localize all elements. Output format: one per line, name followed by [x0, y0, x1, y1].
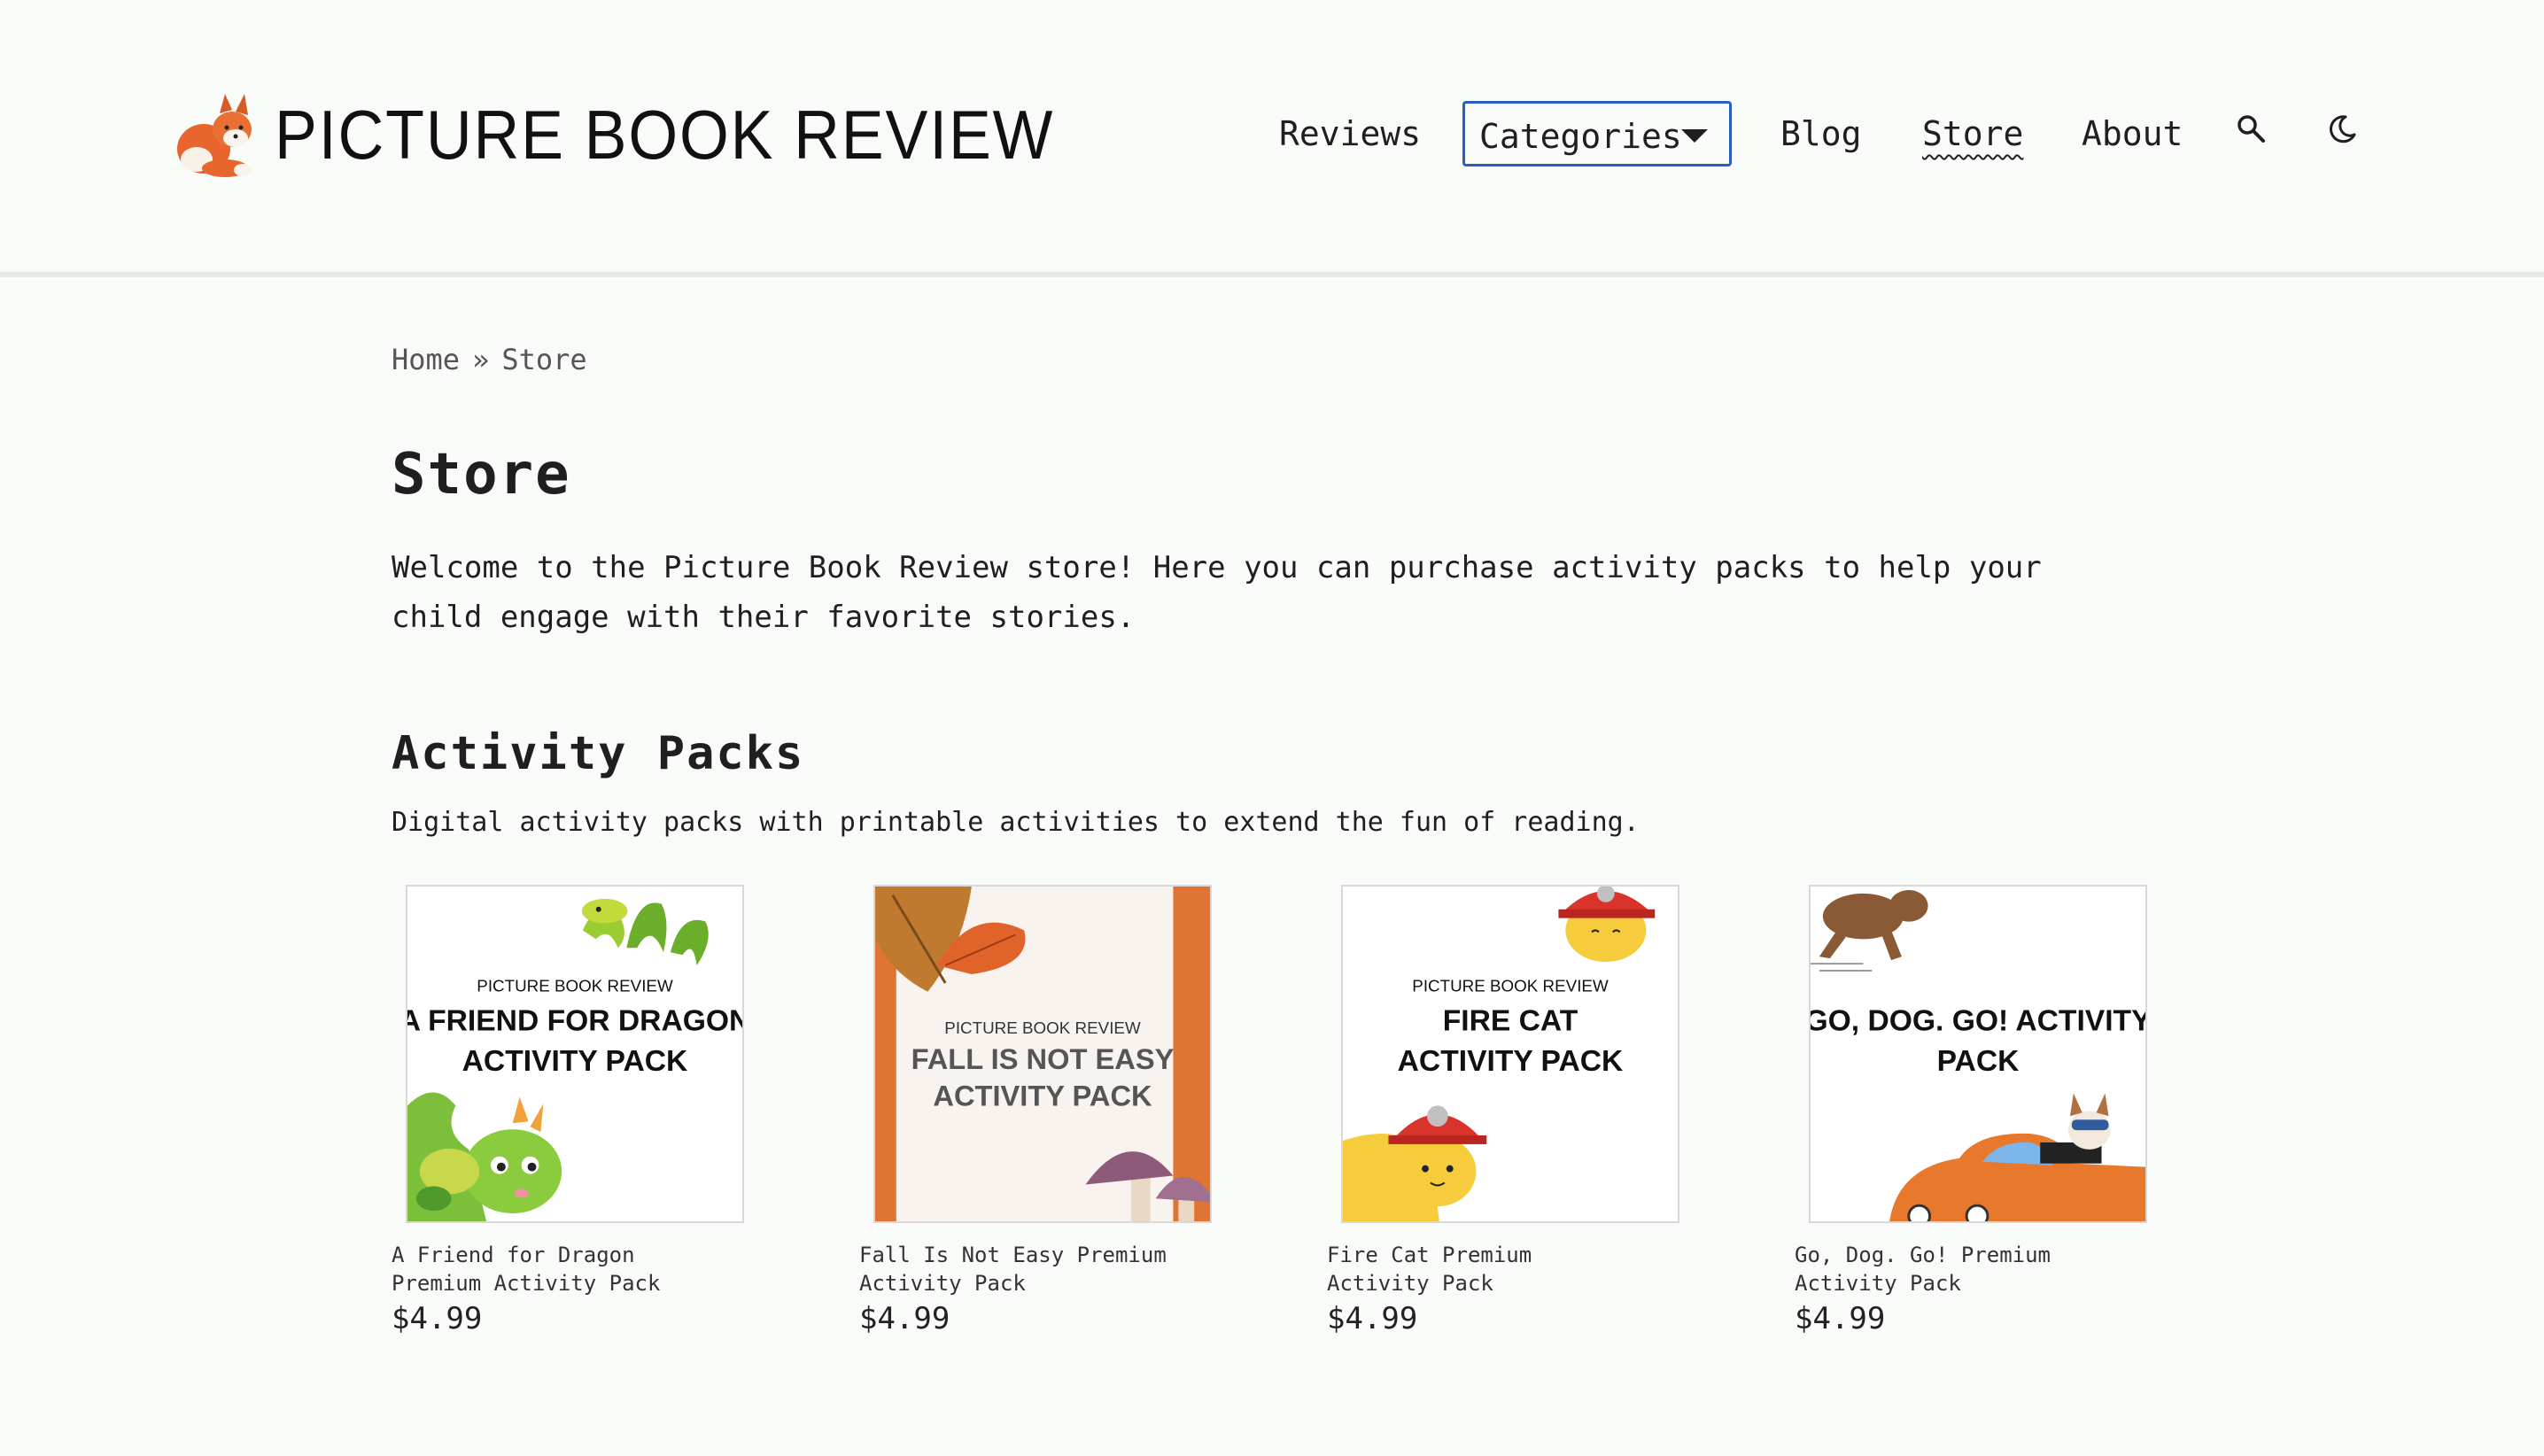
cover-brand: PICTURE BOOK REVIEW — [944, 1018, 1141, 1037]
site-header: PICTURE BOOK REVIEW Reviews Categories B… — [0, 0, 2544, 277]
product-image[interactable]: PICTURE BOOK REVIEW A FRIEND FOR DRAGON … — [406, 885, 744, 1223]
nav-categories-label: Categories — [1479, 117, 1682, 156]
breadcrumb-home[interactable]: Home — [392, 343, 460, 376]
site-logo-link[interactable]: PICTURE BOOK REVIEW — [174, 87, 1122, 182]
product-name[interactable]: Go, Dog. Go! Premium Activity Pack — [1795, 1241, 2114, 1297]
nav-store[interactable]: Store — [1922, 101, 2023, 167]
breadcrumb-separator: » — [472, 343, 490, 376]
breadcrumb-current: Store — [501, 343, 587, 376]
product-price: $4.99 — [392, 1301, 483, 1336]
nav-about[interactable]: About — [2082, 101, 2183, 167]
cover-title-line2: ACTIVITY PACK — [933, 1079, 1152, 1111]
product-price: $4.99 — [859, 1301, 950, 1336]
fox-icon — [177, 94, 252, 177]
nav-blog[interactable]: Blog — [1780, 101, 1862, 167]
product-image[interactable]: PICTURE BOOK REVIEW FALL IS NOT EASY ACT… — [873, 885, 1212, 1223]
cover-title-line1: A FRIEND FOR DRAGON — [407, 1004, 742, 1037]
search-icon[interactable] — [2234, 112, 2269, 147]
product-image[interactable]: PICTURE BOOK REVIEW FIRE CAT ACTIVITY PA… — [1341, 885, 1679, 1223]
cover-brand: PICTURE BOOK REVIEW — [1412, 977, 1609, 995]
cover-brand: PICTURE BOOK REVIEW — [477, 977, 673, 995]
section-description: Digital activity packs with printable ac… — [392, 807, 1640, 838]
caret-down-icon — [1681, 129, 1708, 143]
moon-icon[interactable] — [2324, 112, 2360, 147]
page-intro: Welcome to the Picture Book Review store… — [392, 550, 2042, 635]
cover-title-line1: FIRE CAT — [1443, 1004, 1578, 1037]
section-title: Activity Packs — [392, 727, 805, 780]
cover-title-line1: GO, DOG. GO! ACTIVITY — [1811, 1004, 2145, 1037]
page-title: Store — [392, 442, 571, 507]
product-image[interactable]: GO, DOG. GO! ACTIVITY PACK — [1809, 885, 2147, 1223]
product-name[interactable]: Fire Cat Premium Activity Pack — [1327, 1241, 1646, 1297]
cover-title-line1: FALL IS NOT EASY — [911, 1042, 1175, 1075]
breadcrumb: Home » Store — [392, 343, 587, 376]
product-name[interactable]: A Friend for Dragon Premium Activity Pac… — [392, 1241, 710, 1297]
cover-title-line2: PACK — [1937, 1045, 2020, 1078]
nav-categories-dropdown[interactable]: Categories — [1462, 101, 1732, 167]
product-price: $4.99 — [1795, 1301, 1886, 1336]
site-title: PICTURE BOOK REVIEW — [275, 96, 1055, 174]
cover-title-line2: ACTIVITY PACK — [1398, 1045, 1624, 1078]
product-price: $4.99 — [1327, 1301, 1418, 1336]
product-name[interactable]: Fall Is Not Easy Premium Activity Pack — [859, 1241, 1178, 1297]
cover-title-line2: ACTIVITY PACK — [462, 1045, 688, 1078]
nav-reviews[interactable]: Reviews — [1279, 101, 1421, 167]
